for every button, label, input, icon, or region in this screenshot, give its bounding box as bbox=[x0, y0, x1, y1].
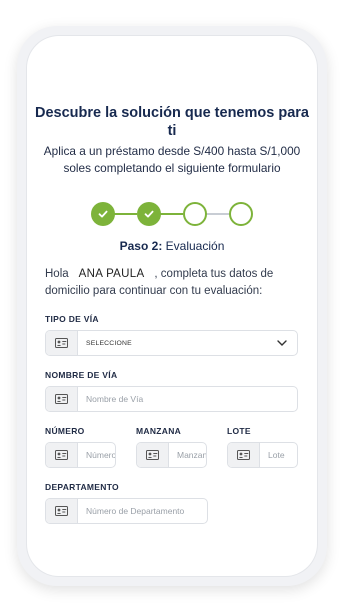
departamento-label: DEPARTAMENTO bbox=[45, 482, 119, 492]
greeting: Hola bbox=[45, 268, 69, 280]
current-step-name: Evaluación bbox=[165, 239, 225, 253]
step-connector-3 bbox=[205, 213, 229, 215]
departamento-field bbox=[45, 498, 208, 524]
id-card-icon bbox=[137, 443, 169, 467]
form-page: Descubre la solución que tenemos para ti… bbox=[27, 36, 317, 576]
check-icon bbox=[98, 210, 108, 218]
intro-text: Hola ANA PAULA, completa tus datos de dom… bbox=[45, 266, 303, 300]
step-4-pending bbox=[229, 202, 253, 226]
id-card-icon bbox=[228, 443, 260, 467]
nombre-via-field bbox=[45, 386, 298, 412]
manzana-input[interactable] bbox=[169, 443, 206, 467]
id-card-icon bbox=[46, 443, 78, 467]
nombre-via-label: NOMBRE DE VÍA bbox=[45, 370, 118, 380]
phone-screen: Descubre la solución que tenemos para ti… bbox=[27, 36, 317, 576]
progress-stepper bbox=[91, 202, 253, 226]
numero-label: NÚMERO bbox=[45, 426, 85, 436]
step-3-pending bbox=[183, 202, 207, 226]
manzana-field bbox=[136, 442, 207, 468]
lote-label: LOTE bbox=[227, 426, 251, 436]
id-card-icon bbox=[46, 499, 78, 523]
id-card-icon bbox=[46, 331, 78, 355]
departamento-input[interactable] bbox=[78, 499, 207, 523]
numero-field bbox=[45, 442, 116, 468]
current-step-title: Paso 2: Evaluación bbox=[27, 239, 317, 253]
step-2-completed bbox=[137, 202, 161, 226]
user-name: ANA PAULA bbox=[78, 268, 145, 280]
step-1-completed bbox=[91, 202, 115, 226]
numero-input[interactable] bbox=[78, 443, 115, 467]
tipo-via-label: TIPO DE VÍA bbox=[45, 314, 99, 324]
check-icon bbox=[144, 210, 154, 218]
current-step-label: Paso 2: bbox=[119, 239, 163, 253]
chevron-down-icon bbox=[275, 340, 289, 346]
page-subtitle: Aplica a un préstamo desde S/400 hasta S… bbox=[43, 144, 301, 175]
page-headline: Descubre la solución que tenemos para ti bbox=[35, 105, 309, 139]
nombre-via-input[interactable] bbox=[78, 387, 297, 411]
step-connector-2 bbox=[159, 213, 183, 215]
step-connector-1 bbox=[113, 213, 137, 215]
lote-field bbox=[227, 442, 298, 468]
id-card-icon bbox=[46, 387, 78, 411]
tipo-via-selected-value: SELECCIONE bbox=[86, 339, 132, 347]
lote-input[interactable] bbox=[260, 443, 297, 467]
tipo-via-select[interactable]: SELECCIONE bbox=[45, 330, 298, 356]
manzana-label: MANZANA bbox=[136, 426, 182, 436]
